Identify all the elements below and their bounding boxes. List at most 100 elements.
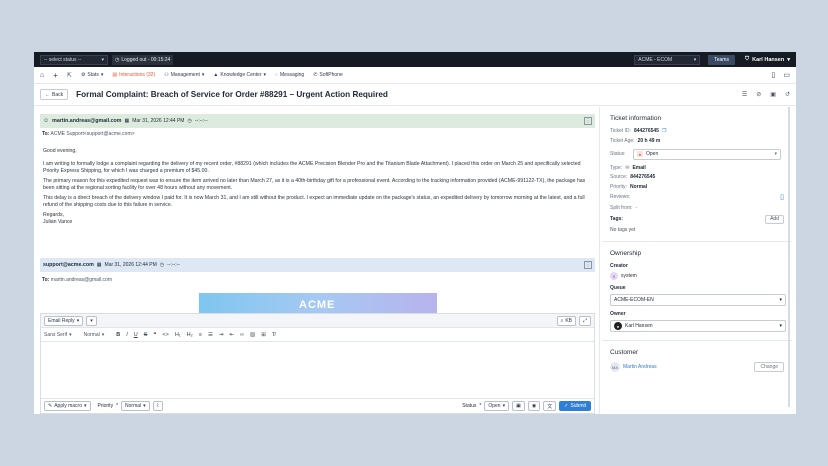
smile-icon: ☺ [43,118,50,124]
underline-icon[interactable]: U [134,332,138,338]
nav-softphone[interactable]: ✆ SoftPhone [313,72,343,78]
submit-label: Submit [570,403,586,409]
plus-icon[interactable]: + [53,71,58,80]
logged-status-text: Logged out - 00:15:24 [121,56,171,63]
reply-status-value: Open [488,403,501,409]
quote-icon[interactable]: ❝ [153,332,156,338]
customer-avatar: MA [610,362,620,372]
translate-button[interactable]: 文 [543,401,557,411]
attach-button[interactable]: ⌇ [152,401,164,411]
code-icon[interactable]: <> [162,332,168,338]
ordered-list-icon[interactable]: ≡ [199,332,202,338]
ticket-split-label: Split from: [610,204,633,211]
user-menu[interactable]: ⛉ Karl Hansen ▾ [745,56,790,63]
message-paragraph: The primary reason for this expedited re… [43,178,586,191]
nav-management[interactable]: ⚇ Management ▾ [164,72,204,78]
history-icon[interactable]: ↺ [785,91,790,98]
fullscreen-button[interactable]: ⤢ [578,315,591,326]
nav-knowledge[interactable]: ▲ Knowledge Center ▾ [213,72,266,78]
apply-macro-button[interactable]: ✎ Apply macro ▾ [44,401,91,411]
font-value: Sans Serif [44,331,68,338]
ticket-priority: Normal [629,183,648,190]
font-select[interactable]: Sans Serif ▾ [44,332,72,338]
shield-icon: ⛉ [744,56,750,62]
reply-mode-value: Email Reply [48,317,75,324]
message-paragraph: I am writing to formally lodge a complai… [43,161,581,174]
submit-button[interactable]: ✓ Submit [559,401,591,411]
expand-button[interactable]: ▾ [86,315,97,326]
add-tag-button[interactable]: Add [765,214,784,224]
to-label: To: [42,131,50,137]
size-select[interactable]: Normal ▾ [84,332,105,338]
chevron-down-icon: ▾ [263,72,267,78]
mail-icon: ✉ [625,164,630,171]
check-icon: ✓ [564,403,569,409]
table-icon[interactable]: ⊞ [261,332,266,338]
owner-select[interactable]: ● Karl Hansen ▾ [610,320,786,332]
chevron-down-icon: ▾ [100,72,104,78]
priority-select[interactable]: Normal ▾ [121,401,150,411]
message-header-inbound: ☺ martin.andreas@gmail.com ▦ Mar 31, 202… [40,114,595,128]
owner-avatar: ● [614,322,622,330]
message-from: support@acme.com [43,262,94,268]
bold-icon[interactable]: B [116,332,120,338]
clock-icon: ◷ [187,118,192,124]
workspace-select[interactable]: ACME - ECOM ▾ [634,54,701,65]
home-icon[interactable]: ⌂ [40,72,44,79]
owner-value: Karl Hansen [625,323,653,329]
nav-stats[interactable]: ⚙ Stats ▾ [81,72,103,78]
ownership-heading: Ownership [610,250,642,257]
status-select-value: -- select status -- [44,56,82,63]
save-draft-button[interactable]: ▣ [512,401,525,411]
preview-button[interactable]: ◉ [527,401,541,411]
outdent-icon[interactable]: ⇤ [230,332,235,338]
strikethrough-icon[interactable]: S [144,332,148,338]
teams-button[interactable]: Teams [708,54,735,65]
editor-toolbar: Sans Serif ▾ Normal ▾ B I U S ❝ <> H₁ H₂… [41,328,594,342]
status-select[interactable]: -- select status -- ▾ [40,54,108,65]
change-customer-button[interactable]: Change [754,362,784,372]
ticket-reviews-label: Reviews: [610,194,631,200]
logged-status: ◷ Logged out - 00:15:24 [112,54,174,65]
required-mark: * [116,403,119,409]
list-icon[interactable]: ☰ [742,91,747,98]
indent-icon[interactable]: ⇥ [219,332,224,338]
creator-row: S system [610,272,784,280]
reply-status-select[interactable]: Open ▾ [484,401,510,411]
image-icon[interactable]: ▨ [250,332,255,338]
eye-icon: ◉ [531,403,537,409]
heading2-icon[interactable]: H₂ [187,332,193,338]
eye-off-icon[interactable]: ⊘ [756,91,761,98]
clear-format-icon[interactable]: T̸ [272,332,275,338]
message-time: --:--:-- [194,118,208,124]
link-icon[interactable]: ∞ [240,332,244,338]
document-icon[interactable]: ▯ [780,193,784,201]
copy-icon[interactable]: ❐ [662,128,666,134]
lock-icon[interactable]: ▣ [770,91,776,98]
reply-mode-select[interactable]: Email Reply ▾ [44,315,84,326]
more-options-icon[interactable]: ⋮ [584,261,592,269]
italic-icon[interactable]: I [126,332,128,338]
bullet-list-icon[interactable]: ☰ [208,332,213,338]
ticket-status-row: Status: ● Open ▾ [610,148,784,160]
sidebar-scrollbar[interactable] [788,107,790,407]
status-label: Status [462,403,477,409]
contact-card-icon[interactable]: ▭ [783,71,790,79]
more-options-icon[interactable]: ⋮ [584,117,592,125]
document-icon[interactable]: ▯ [772,71,776,79]
ticket-status-select[interactable]: ● Open ▾ [633,148,781,160]
back-button[interactable]: ← Back [40,89,69,100]
no-tags-text: No tags yet [610,227,784,233]
customer-name-link[interactable]: Martin Andreas [623,364,657,370]
ticket-reviews-row: Reviews: ▯ [610,193,784,201]
queue-select[interactable]: ACME-ECOM-EN ▾ [610,294,786,306]
heading1-icon[interactable]: H₁ [175,332,181,338]
status-open-icon: ● [637,151,643,157]
ticket-priority-row: Priority: Normal [610,184,784,190]
reply-editor[interactable] [41,342,594,398]
external-link-icon[interactable]: ⇱ [67,72,72,79]
nav-interactions[interactable]: ▤ Interactions (32) [112,72,155,78]
kb-button[interactable]: ⌕ KB [556,315,576,326]
nav-messaging[interactable]: ◌ Messaging [275,72,304,78]
users-icon: ⚇ [164,72,169,78]
